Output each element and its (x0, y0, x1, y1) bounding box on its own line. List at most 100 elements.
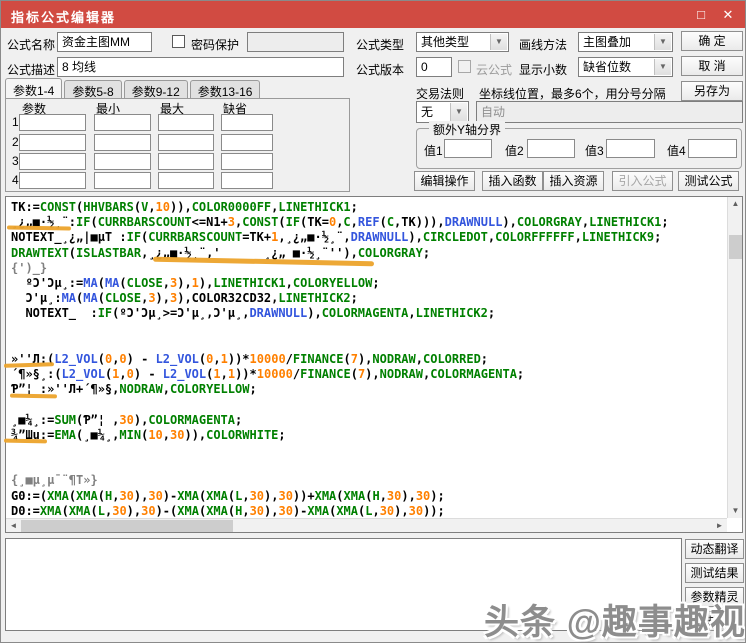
param-input[interactable] (19, 134, 86, 151)
draw-method-select[interactable]: 主图叠加▼ (578, 32, 673, 52)
ok-button[interactable]: 确 定 (681, 31, 743, 51)
code-lines[interactable]: TK:=CONST(HHVBARS(V,10)),COLOR0000FF,LIN… (11, 200, 726, 517)
maximize-icon[interactable]: □ (689, 5, 713, 24)
code-line: ¸■¼¸:=SUM(Ƥ”¦ ,30),COLORMAGENTA; (11, 413, 726, 428)
param-input[interactable] (94, 153, 151, 170)
code-line: NOTEXT_ :IF(ºϽ'Ͻµ¸>=Ͻ'µ¸,Ͻ'µ¸,DRAWNULL),… (11, 306, 726, 321)
trade-rule-value: 无 (421, 105, 433, 119)
vertical-scroll-thumb[interactable] (729, 235, 742, 259)
scroll-down-icon[interactable]: ▼ (728, 504, 743, 518)
formula-version-label: 公式版本 (356, 61, 404, 78)
password-label: 密码保护 (191, 36, 239, 53)
y-value-label: 值1 (424, 142, 443, 159)
y-value-label: 值3 (585, 142, 604, 159)
title-bar[interactable]: 指标公式编辑器 □ ✕ (1, 1, 745, 28)
param-input[interactable] (94, 134, 151, 151)
y-value-input[interactable] (688, 139, 737, 158)
password-checkbox[interactable] (172, 35, 185, 48)
scroll-right-icon[interactable]: ► (712, 519, 727, 533)
cloud-formula-label: 云公式 (476, 61, 512, 78)
param-tabs: 参数1-4参数5-8参数9-12参数13-16 (5, 79, 262, 99)
code-line: TK:=CONST(HHVBARS(V,10)),COLOR0000FF,LIN… (11, 200, 726, 215)
param-row-number: 2 (12, 135, 19, 149)
formula-type-value: 其他类型 (421, 35, 469, 49)
code-line: DRAWTEXT(ISLASTBAR,¸¿„■·½¸¨,' ¸¿„ ■·½¸¨'… (11, 246, 726, 261)
tab-params-1[interactable]: 参数1-4 (5, 78, 62, 99)
horizontal-scrollbar[interactable]: ◄ ► (6, 518, 727, 532)
extra-y-axis-title: 额外Y轴分界 (429, 121, 505, 138)
extra-y-axis-group: 额外Y轴分界 值1值2值3值4 (416, 128, 742, 169)
draw-method-label: 画线方法 (519, 36, 567, 53)
trade-rule-select[interactable]: 无▼ (416, 101, 469, 123)
scroll-left-icon[interactable]: ◄ (6, 519, 21, 533)
param-input[interactable] (158, 134, 214, 151)
decimals-value: 缺省位数 (583, 60, 631, 74)
bottom-button-2[interactable]: 测试结果 (685, 563, 744, 583)
param-input[interactable] (221, 134, 273, 151)
chevron-down-icon[interactable]: ▼ (654, 34, 671, 50)
horizontal-scroll-thumb[interactable] (21, 520, 233, 532)
param-input[interactable] (19, 172, 86, 189)
formula-editor-dialog: 指标公式编辑器 □ ✕ 公式名称 资金主图MM 密码保护 公式类型 其他类型▼ … (0, 0, 746, 643)
close-icon[interactable]: ✕ (716, 5, 740, 24)
tab-params-2[interactable]: 参数5-8 (64, 80, 121, 99)
param-input[interactable] (158, 114, 214, 131)
tab-params-3[interactable]: 参数9-12 (124, 80, 188, 99)
param-row-number: 3 (12, 154, 19, 168)
param-input[interactable] (94, 114, 151, 131)
param-input[interactable] (19, 153, 86, 170)
y-value-label: 值2 (505, 142, 524, 159)
code-line: ºϽ'Ͻµ¸:=MA(MA(CLOSE,3),1),LINETHICK1,COL… (11, 276, 726, 291)
y-value-input[interactable] (606, 139, 655, 158)
param-input[interactable] (158, 172, 214, 189)
param-input[interactable] (221, 153, 273, 170)
formula-type-select[interactable]: 其他类型 ▼ (416, 32, 509, 52)
formula-type-label: 公式类型 (356, 36, 404, 53)
formula-version-input[interactable]: 0 (416, 57, 452, 77)
code-line: »''Л:(L2_VOL(0,0) - L2_VOL(0,1))*10000/F… (11, 352, 726, 367)
code-line (11, 458, 726, 473)
marker-annotation (4, 439, 47, 444)
param-input[interactable] (221, 114, 273, 131)
action-button-3[interactable]: 插入资源 (543, 171, 604, 191)
scroll-up-icon[interactable]: ▲ (728, 197, 743, 211)
formula-code-editor[interactable]: TK:=CONST(HHVBARS(V,10)),COLOR0000FF,LIN… (5, 196, 743, 533)
decimals-select[interactable]: 缺省位数 ▼ (578, 57, 673, 77)
watermark: 头条 @趣事趣视 (484, 594, 746, 643)
action-button-1[interactable]: 编辑操作 (414, 171, 475, 191)
window-title: 指标公式编辑器 (11, 7, 116, 26)
vertical-scrollbar[interactable]: ▲ ▼ (727, 197, 742, 518)
action-button-2[interactable]: 插入函数 (482, 171, 543, 191)
code-line: {¸■µ¸µ¯¨¶T»} (11, 473, 726, 488)
coord-position-input: 自动 (476, 101, 743, 123)
chevron-down-icon[interactable]: ▼ (654, 59, 671, 75)
param-row-number: 4 (12, 173, 19, 187)
cancel-button[interactable]: 取 消 (681, 56, 743, 76)
y-value-label: 值4 (667, 142, 686, 159)
bottom-button-1[interactable]: 动态翻译 (685, 539, 744, 559)
formula-name-input[interactable]: 资金主图MM (57, 32, 152, 52)
code-line (11, 337, 726, 352)
decimals-label: 显示小数 (519, 61, 567, 78)
trade-rule-label: 交易法则 (416, 85, 464, 102)
code-line: ´¶»§¸:(L2_VOL(1,0) - L2_VOL(1,1))*10000/… (11, 367, 726, 382)
marker-annotation (10, 394, 57, 399)
param-input[interactable] (94, 172, 151, 189)
code-line (11, 322, 726, 337)
tab-params-4[interactable]: 参数13-16 (190, 80, 261, 99)
save-as-button[interactable]: 另存为 (681, 81, 743, 101)
chevron-down-icon[interactable]: ▼ (490, 34, 507, 50)
formula-desc-input[interactable]: 8 均线 (57, 57, 344, 77)
param-input[interactable] (158, 153, 214, 170)
param-input[interactable] (221, 172, 273, 189)
y-value-input[interactable] (527, 139, 575, 158)
code-line: ¸¿„■·½¸¨:IF(CURRBARSCOUNT<=N1+3,CONST(IF… (11, 215, 726, 230)
chevron-down-icon[interactable]: ▼ (450, 103, 467, 121)
code-line: NOTEXT_¸¿„|■µT :IF(CURRBARSCOUNT=TK+1,¸¿… (11, 230, 726, 245)
y-value-input[interactable] (444, 139, 492, 158)
action-button-5[interactable]: 测试公式 (678, 171, 739, 191)
param-row-number: 1 (12, 115, 19, 129)
code-line: Ͻ'µ¸:MA(MA(CLOSE,3),3),COLOR32CD32,LINET… (11, 291, 726, 306)
formula-desc-label: 公式描述 (7, 61, 55, 78)
param-input[interactable] (19, 114, 86, 131)
